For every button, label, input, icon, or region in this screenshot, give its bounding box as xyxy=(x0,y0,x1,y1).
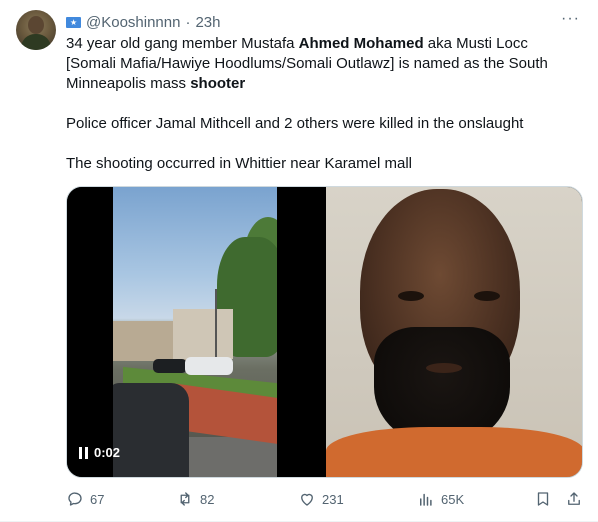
views-icon xyxy=(420,493,432,506)
reply-icon xyxy=(68,492,82,506)
text-segment: 34 year old gang member Mustafa xyxy=(66,35,299,52)
timestamp[interactable]: 23h xyxy=(195,14,220,31)
avatar-body xyxy=(21,34,51,50)
tweet-paragraph-2: Police officer Jamal Mithcell and 2 othe… xyxy=(66,115,524,132)
action-bar: 67 82 231 65K xyxy=(66,488,584,510)
reply-count: 67 xyxy=(90,491,105,507)
tweet-paragraph-3: The shooting occurred in Whittier near K… xyxy=(66,155,412,172)
somalia-flag-icon xyxy=(66,16,81,28)
repost-count: 82 xyxy=(200,491,215,507)
video-timecode: 0:02 xyxy=(94,445,121,460)
views-count: 65K xyxy=(441,491,465,507)
tweet-header: @Kooshinnnn · 23h xyxy=(66,12,221,32)
tweet-text: 34 year old gang member Mustafa Ahmed Mo… xyxy=(66,34,580,174)
avatar-head xyxy=(28,16,44,34)
tweet-paragraph-1: 34 year old gang member Mustafa Ahmed Mo… xyxy=(66,34,580,94)
pause-icon[interactable] xyxy=(79,447,89,459)
reply-button[interactable]: 67 xyxy=(66,488,104,510)
like-count: 231 xyxy=(322,491,344,507)
bookmark-button[interactable] xyxy=(534,488,552,510)
share-button[interactable] xyxy=(565,488,583,510)
tweet[interactable]: @Kooshinnnn · 23h ··· 34 year old gang m… xyxy=(0,0,598,522)
bold-text: Ahmed Mohamed xyxy=(298,35,424,52)
bold-text: shooter xyxy=(190,75,246,92)
more-icon[interactable]: ··· xyxy=(561,11,580,27)
mugshot-image[interactable] xyxy=(326,187,582,477)
repost-icon xyxy=(180,492,190,506)
views-button[interactable]: 65K xyxy=(417,488,464,510)
bookmark-icon xyxy=(537,492,549,506)
separator: · xyxy=(185,13,191,31)
heart-icon xyxy=(301,493,313,506)
like-button[interactable]: 231 xyxy=(298,488,344,510)
author-handle[interactable]: @Kooshinnnn xyxy=(86,14,180,31)
avatar[interactable] xyxy=(16,10,56,50)
repost-button[interactable]: 82 xyxy=(176,488,214,510)
media-grid: 0:02 xyxy=(66,186,583,478)
share-icon xyxy=(568,492,580,505)
video-player[interactable]: 0:02 xyxy=(67,187,324,477)
video-frame xyxy=(113,187,277,477)
